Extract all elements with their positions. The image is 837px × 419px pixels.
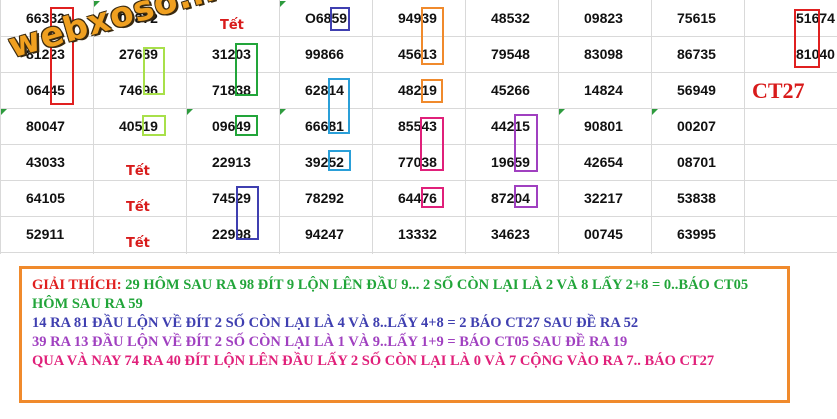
result-cell: 83098 bbox=[584, 46, 623, 62]
explanation-box: GIẢI THÍCH: 29 HÔM SAU RA 98 ĐÍT 9 LỘN L… bbox=[19, 266, 790, 403]
cell-comment-marker bbox=[280, 109, 286, 115]
highlight-box-green bbox=[235, 115, 258, 136]
result-cell: 13332 bbox=[398, 226, 437, 242]
grid-line bbox=[0, 0, 1, 254]
explanation-line-3: 39 RA 13 ĐẦU LỘN VỀ ĐÍT 2 SỐ CÒN LẠI LÀ … bbox=[32, 334, 628, 350]
explanation-line-2: 14 RA 81 ĐẦU LỘN VỀ ĐÍT 2 SỐ CÒN LẠI LÀ … bbox=[32, 315, 639, 331]
result-cell: 78292 bbox=[305, 190, 344, 206]
highlight-box-cyan bbox=[328, 150, 351, 171]
explanation-line-1: GIẢI THÍCH: 29 HÔM SAU RA 98 ĐÍT 9 LỘN L… bbox=[32, 276, 777, 314]
result-cell: 34623 bbox=[491, 226, 530, 242]
result-cell: 00745 bbox=[584, 226, 623, 242]
result-cell: 94247 bbox=[305, 226, 344, 242]
result-cell: 52911 bbox=[26, 226, 65, 242]
result-cell: 42654 bbox=[584, 154, 623, 170]
grid-line bbox=[186, 0, 187, 254]
cell-comment-marker bbox=[652, 109, 658, 115]
grid-line bbox=[558, 0, 559, 254]
highlight-box-blue bbox=[236, 186, 259, 240]
result-cell: 56949 bbox=[677, 82, 716, 98]
explanation-text-1: 29 HÔM SAU RA 98 ĐÍT 9 LỘN LÊN ĐẦU 9... … bbox=[32, 277, 749, 312]
result-cell: 48532 bbox=[491, 10, 530, 26]
result-cell: 63995 bbox=[677, 226, 716, 242]
highlight-box-purple bbox=[514, 185, 538, 208]
result-cell: 99866 bbox=[305, 46, 344, 62]
result-cell: 32217 bbox=[584, 190, 623, 206]
result-cell: 64105 bbox=[26, 190, 65, 206]
tet-holiday-cell: Tết bbox=[126, 164, 150, 179]
result-cell: 75615 bbox=[677, 10, 716, 26]
result-cell: 08701 bbox=[677, 154, 716, 170]
cell-comment-marker bbox=[559, 109, 565, 115]
result-cell: 43033 bbox=[26, 154, 65, 170]
explanation-line-4: QUA VÀ NAY 74 RA 40 ĐÍT LỘN LÊN ĐẦU LẤY … bbox=[32, 353, 715, 369]
highlight-box-magenta bbox=[420, 117, 444, 171]
explanation-title: GIẢI THÍCH: bbox=[32, 277, 122, 293]
result-cell: 86735 bbox=[677, 46, 716, 62]
highlight-box-orange bbox=[421, 79, 443, 103]
grid-line bbox=[372, 0, 373, 254]
highlight-box-lightgreen bbox=[142, 115, 166, 136]
highlight-box-purple bbox=[514, 114, 538, 172]
highlight-box-red bbox=[794, 9, 820, 68]
result-cell: 45266 bbox=[491, 82, 530, 98]
result-cell: 80047 bbox=[26, 118, 65, 134]
grid-line bbox=[279, 0, 280, 254]
cell-comment-marker bbox=[280, 1, 286, 7]
cell-comment-marker bbox=[1, 109, 7, 115]
result-cell: 14824 bbox=[584, 82, 623, 98]
grid-line bbox=[465, 0, 466, 254]
result-cell: 00207 bbox=[677, 118, 716, 134]
highlight-box-cyan bbox=[328, 78, 350, 134]
highlight-box-magenta bbox=[421, 187, 444, 208]
highlight-box-orange bbox=[421, 7, 444, 65]
tet-holiday-cell: Tết bbox=[126, 236, 150, 251]
result-cell: 79548 bbox=[491, 46, 530, 62]
result-cell: 53838 bbox=[677, 190, 716, 206]
result-cell: 90801 bbox=[584, 118, 623, 134]
grid-line bbox=[744, 0, 745, 254]
ct27-label: CT27 bbox=[752, 78, 805, 103]
result-cell: 22913 bbox=[212, 154, 251, 170]
lottery-grid: 66332 00872 Tết O6859 94939 48532 09823 75615 51… bbox=[0, 0, 837, 256]
highlight-box-green bbox=[235, 43, 258, 96]
highlight-box-lightgreen bbox=[143, 47, 165, 95]
highlight-box-blue bbox=[330, 7, 350, 31]
grid-line bbox=[651, 0, 652, 254]
result-cell: 09823 bbox=[584, 10, 623, 26]
tet-holiday-cell: Tết bbox=[126, 200, 150, 215]
cell-comment-marker bbox=[187, 109, 193, 115]
